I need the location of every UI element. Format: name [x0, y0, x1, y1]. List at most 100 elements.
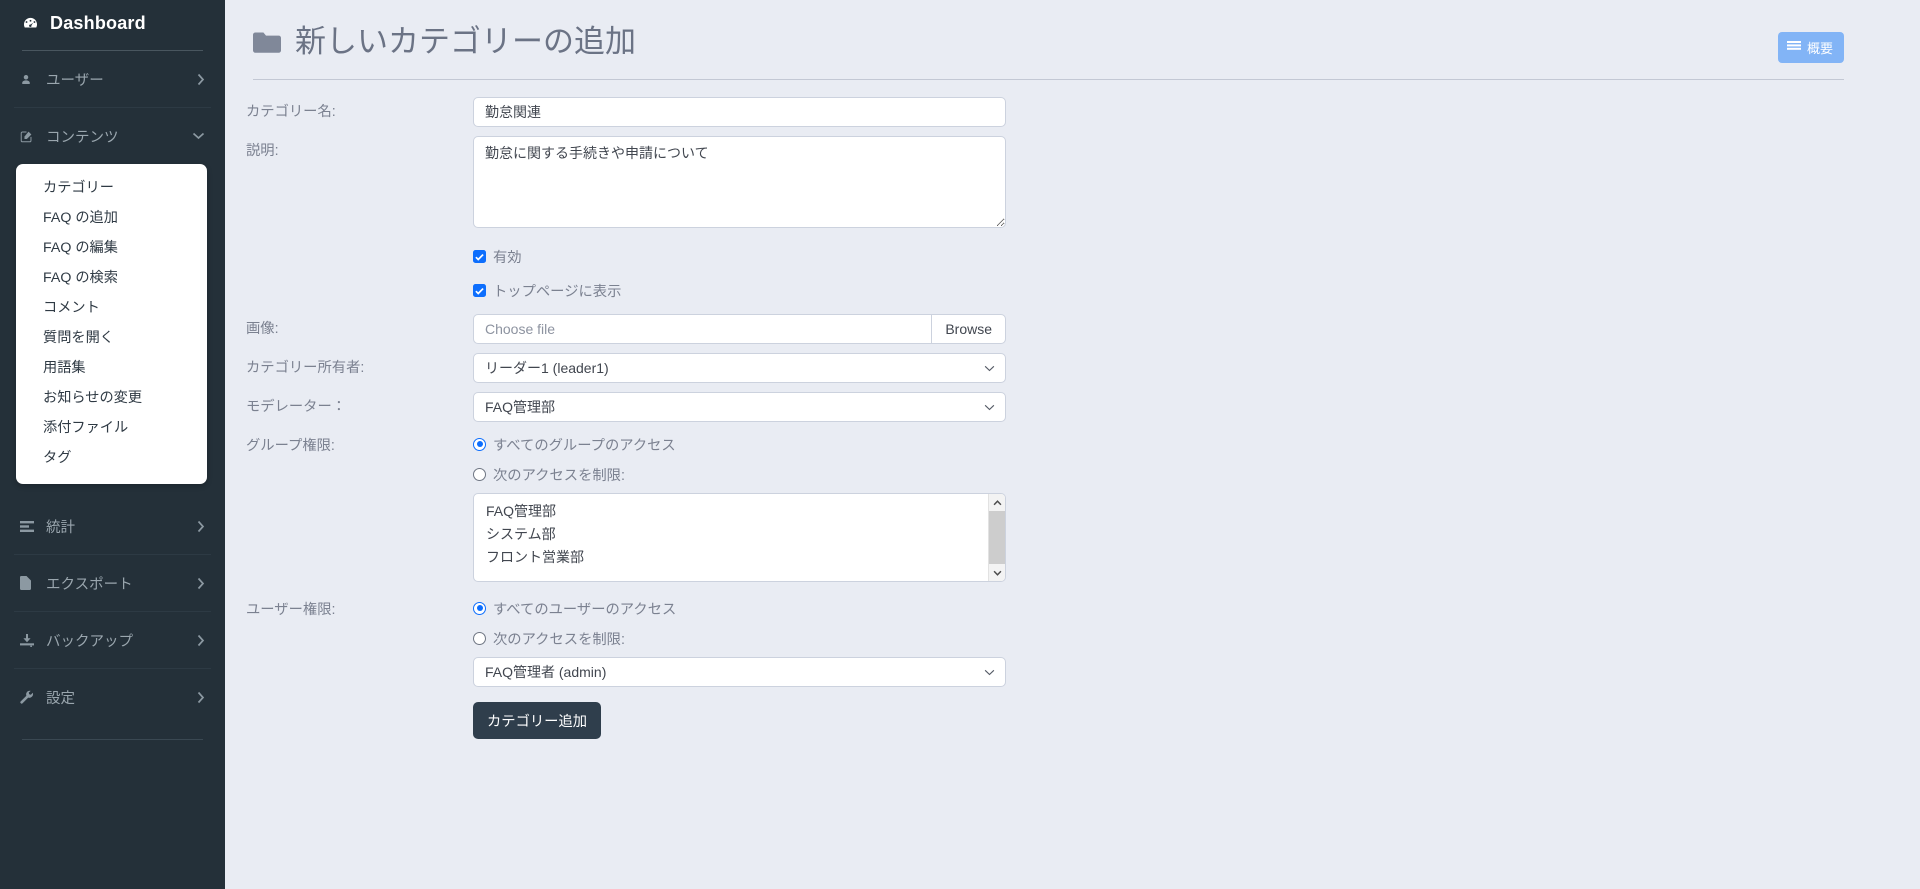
row-owner: カテゴリー所有者: リーダー1 (leader1) — [225, 353, 1920, 383]
sidebar-item-label: 設定 — [46, 690, 75, 707]
group-listbox-scrollbar[interactable] — [988, 494, 1005, 581]
group-permission-restrict-radio[interactable] — [473, 467, 486, 481]
group-permission-all-row[interactable]: すべてのグループのアクセス — [473, 431, 1006, 457]
download-icon — [20, 633, 40, 647]
sidebar-subitem-glossary[interactable]: 用語集 — [16, 353, 207, 383]
image-label: 画像: — [246, 321, 279, 337]
overview-button[interactable]: 概要 — [1777, 32, 1844, 63]
page-title-text: 新しいカテゴリーの追加 — [295, 24, 636, 59]
brand-label: Dashboard — [50, 13, 146, 33]
user-permission-restrict-label[interactable]: 次のアクセスを制限: — [493, 628, 625, 649]
sidebar-item-label: コンテンツ — [46, 129, 119, 146]
bars-icon — [20, 520, 40, 532]
wrench-icon — [20, 690, 40, 704]
active-checkbox[interactable] — [473, 250, 486, 263]
list-icon — [1786, 40, 1801, 55]
sidebar-item-label: バックアップ — [46, 633, 133, 650]
sidebar-subitem-news[interactable]: お知らせの変更 — [16, 383, 207, 413]
owner-label: カテゴリー所有者: — [246, 360, 365, 376]
user-permission-label: ユーザー権限: — [246, 602, 336, 618]
user-permission-restrict-row[interactable]: 次のアクセスを制限: — [473, 625, 1006, 651]
sidebar-subitem-edit-faq[interactable]: FAQ の編集 — [16, 233, 207, 263]
description-textarea[interactable]: 勤怠に関する手続きや申請について — [473, 136, 1006, 228]
category-name-input[interactable] — [473, 97, 1006, 127]
group-permission-restrict-row[interactable]: 次のアクセスを制限: — [473, 461, 1006, 487]
user-icon — [20, 73, 40, 86]
chevron-right-icon — [197, 577, 205, 590]
sidebar-item-content[interactable]: コンテンツ — [0, 108, 225, 164]
browse-button[interactable]: Browse — [931, 314, 1006, 344]
group-listbox[interactable]: FAQ管理部 システム部 フロント営業部 — [473, 493, 1006, 582]
overview-button-label: 概要 — [1806, 41, 1833, 56]
show-on-top-checkbox[interactable] — [473, 284, 486, 297]
sidebar-item-settings[interactable]: 設定 — [0, 669, 225, 725]
list-item[interactable]: フロント営業部 — [474, 546, 988, 569]
chevron-right-icon — [197, 73, 205, 86]
row-active-checkbox: 有効 — [225, 242, 1920, 272]
user-permission-restrict-radio[interactable] — [473, 631, 486, 645]
sidebar-submenu-content: カテゴリー FAQ の追加 FAQ の編集 FAQ の検索 コメント 質問を開く… — [16, 164, 207, 484]
list-item[interactable]: システム部 — [474, 523, 988, 546]
scroll-down-icon[interactable] — [989, 564, 1005, 581]
sidebar-item-label: 統計 — [46, 519, 75, 536]
page-header: 新しいカテゴリーの追加 概要 — [225, 0, 1920, 63]
sidebar-subitem-search-faq[interactable]: FAQ の検索 — [16, 263, 207, 293]
folder-icon — [253, 31, 281, 54]
dashboard-gauge-icon — [22, 15, 39, 32]
user-permission-all-label[interactable]: すべてのユーザーのアクセス — [493, 598, 676, 619]
chevron-right-icon — [197, 520, 205, 533]
sidebar-subitem-comments[interactable]: コメント — [16, 293, 207, 323]
group-permission-restrict-label[interactable]: 次のアクセスを制限: — [493, 464, 625, 485]
moderator-select[interactable]: FAQ管理部 — [473, 392, 1006, 422]
user-permission-select[interactable]: FAQ管理者 (admin) — [473, 657, 1006, 687]
top-spacer — [225, 276, 473, 306]
chevron-right-icon — [197, 634, 205, 647]
row-image: 画像: Choose file Browse — [225, 314, 1920, 344]
active-checkbox-row[interactable]: 有効 — [473, 242, 1006, 271]
list-item[interactable]: FAQ管理部 — [474, 500, 988, 523]
row-moderator: モデレーター： FAQ管理部 — [225, 392, 1920, 422]
main-content: 新しいカテゴリーの追加 概要 カテゴリー名: 勤怠関連 説明: 勤怠に関する手続… — [225, 0, 1920, 889]
description-label: 説明: — [246, 143, 279, 159]
sidebar-item-export[interactable]: エクスポート — [0, 555, 225, 611]
add-category-button[interactable]: カテゴリー追加 — [473, 702, 602, 739]
sidebar-item-users[interactable]: ユーザー — [0, 51, 225, 107]
brand[interactable]: Dashboard — [0, 0, 225, 47]
sidebar-item-backup[interactable]: バックアップ — [0, 612, 225, 668]
chevron-right-icon — [197, 691, 205, 704]
sidebar: Dashboard ユーザー コンテンツ カテゴリー FAQ の追加 FAQ の… — [0, 0, 225, 889]
sidebar-subitem-categories[interactable]: カテゴリー — [16, 173, 207, 203]
row-description: 説明: 勤怠に関する手続きや申請について — [225, 136, 1920, 233]
group-permission-all-radio[interactable] — [473, 437, 486, 451]
app-root: Dashboard ユーザー コンテンツ カテゴリー FAQ の追加 FAQ の… — [0, 0, 1920, 889]
row-category-name: カテゴリー名: — [225, 97, 1920, 127]
active-checkbox-label[interactable]: 有効 — [493, 246, 522, 267]
sidebar-subitem-open-questions[interactable]: 質問を開く — [16, 323, 207, 353]
show-on-top-checkbox-label[interactable]: トップページに表示 — [493, 280, 621, 301]
edit-square-icon — [20, 130, 40, 143]
file-input-display[interactable]: Choose file — [473, 314, 932, 344]
owner-select[interactable]: リーダー1 (leader1) — [473, 353, 1006, 383]
sidebar-subitem-add-faq[interactable]: FAQ の追加 — [16, 203, 207, 233]
sidebar-item-statistics[interactable]: 統計 — [0, 498, 225, 554]
sidebar-subitem-tags[interactable]: タグ — [16, 443, 207, 473]
sidebar-group-content: コンテンツ カテゴリー FAQ の追加 FAQ の編集 FAQ の検索 コメント… — [0, 108, 225, 484]
show-on-top-checkbox-row[interactable]: トップページに表示 — [473, 276, 1006, 305]
row-group-permission: グループ権限: すべてのグループのアクセス 次のアクセスを制限: FAQ管理部 … — [225, 431, 1920, 582]
group-permission-all-label[interactable]: すべてのグループのアクセス — [493, 434, 676, 455]
page-title: 新しいカテゴリーの追加 — [253, 22, 636, 62]
group-permission-label: グループ権限: — [246, 438, 335, 454]
sidebar-subitem-attachments[interactable]: 添付ファイル — [16, 413, 207, 443]
active-spacer — [225, 242, 473, 272]
user-permission-all-radio[interactable] — [473, 601, 486, 615]
scroll-up-icon[interactable] — [989, 494, 1005, 511]
group-listbox-items: FAQ管理部 システム部 フロント営業部 — [474, 494, 988, 581]
sidebar-item-label: ユーザー — [46, 72, 104, 89]
user-permission-all-row[interactable]: すべてのユーザーのアクセス — [473, 595, 1006, 621]
category-form: カテゴリー名: 説明: 勤怠に関する手続きや申請について — [225, 80, 1920, 739]
row-top-checkbox: トップページに表示 — [225, 276, 1920, 306]
category-name-label: カテゴリー名: — [246, 104, 336, 120]
scrollbar-thumb[interactable] — [989, 511, 1005, 564]
sidebar-bottom-divider — [22, 739, 203, 740]
sidebar-item-label: エクスポート — [46, 576, 133, 593]
